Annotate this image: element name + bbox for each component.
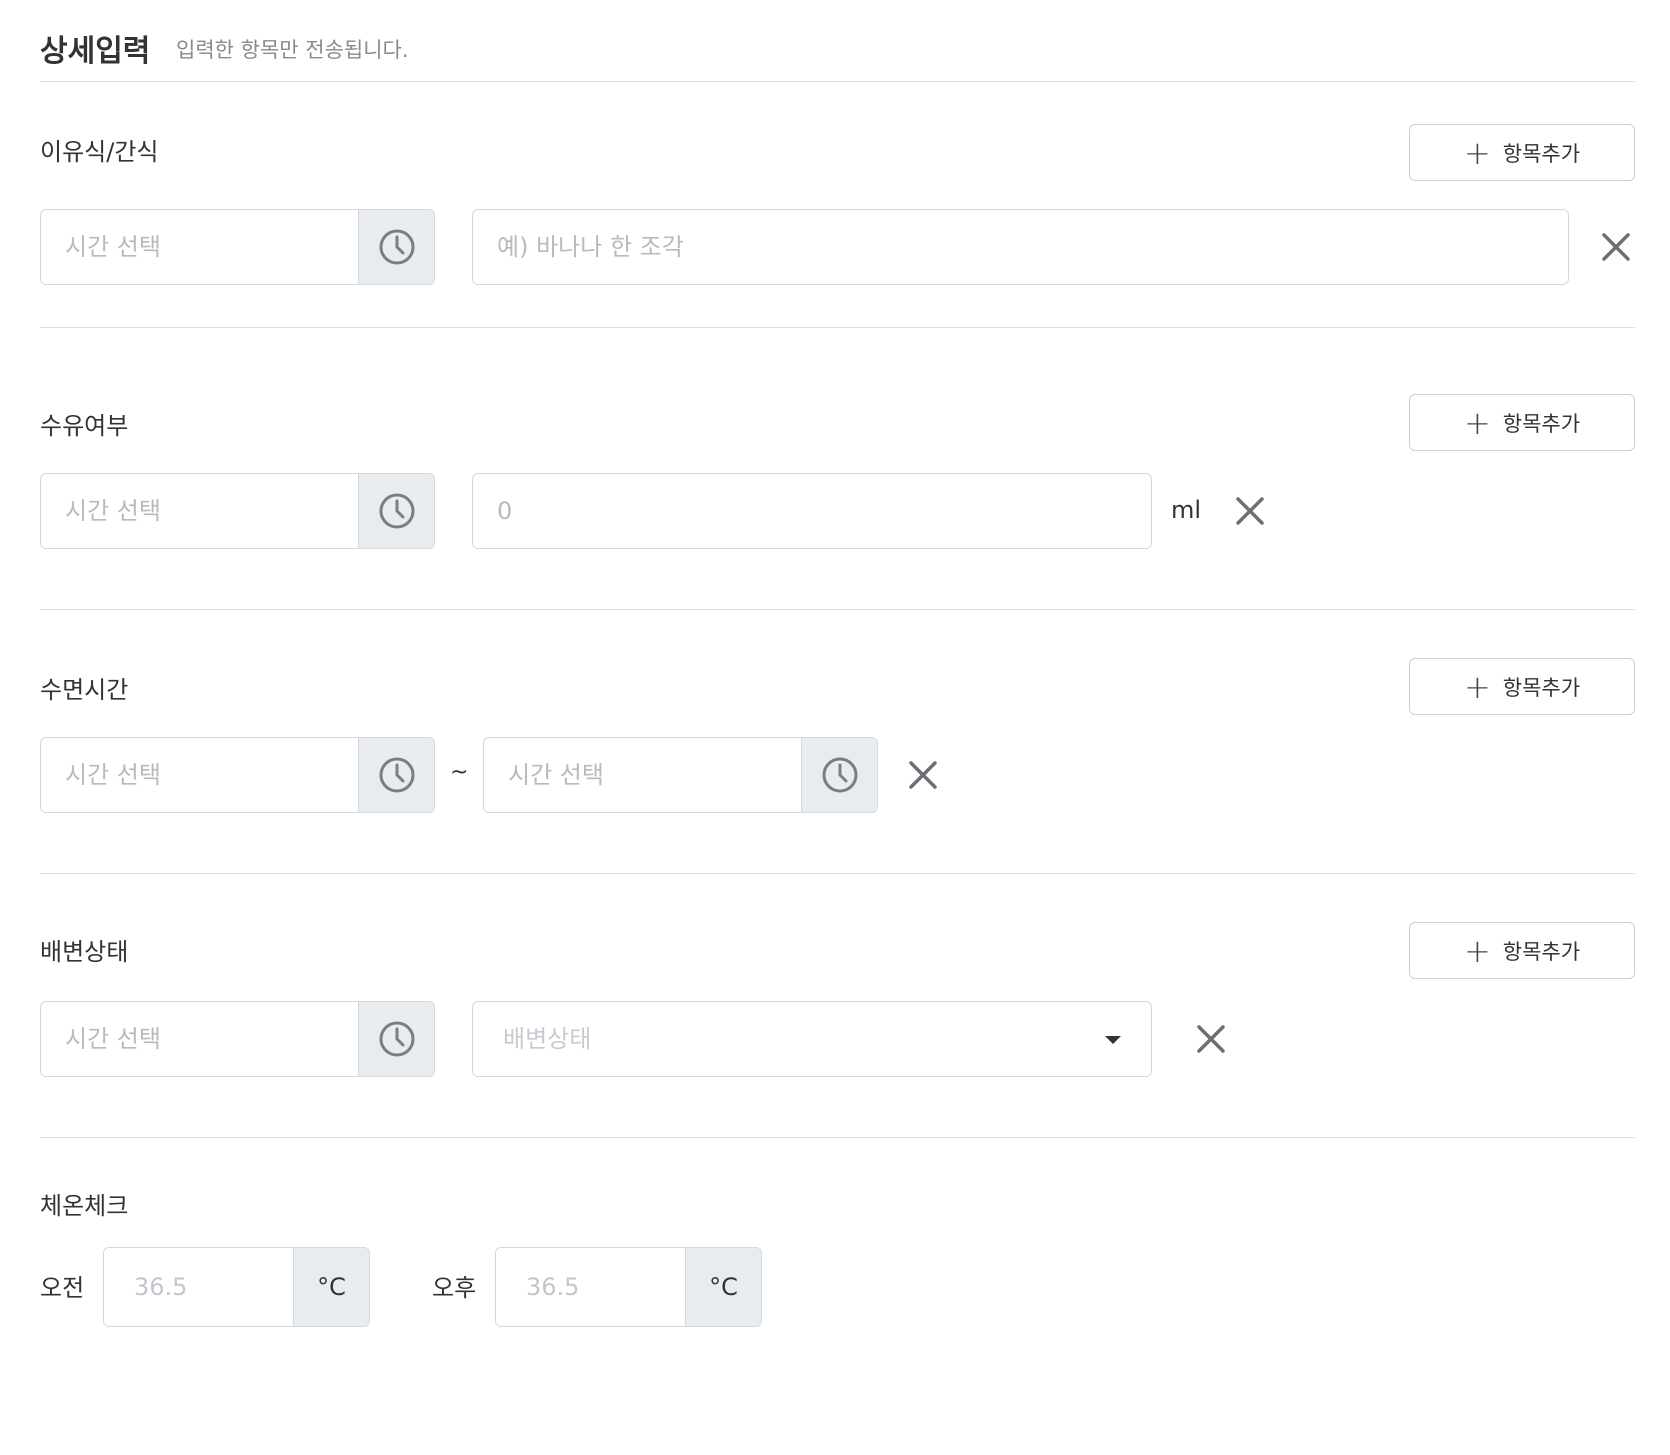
close-icon[interactable] xyxy=(1598,229,1634,265)
add-item-label: 항목추가 xyxy=(1502,141,1581,166)
clock-button[interactable] xyxy=(358,474,434,548)
detail-input-page: 상세입력 입력한 항목만 전송됩니다. 이유식/간식 + 항목추가 시간 선택 … xyxy=(0,0,1670,1455)
header: 상세입력 입력한 항목만 전송됩니다. xyxy=(40,14,1635,82)
plus-icon: + xyxy=(1463,403,1491,442)
section-meal: 이유식/간식 + 항목추가 시간 선택 예) 바나나 한 조각 xyxy=(40,82,1635,328)
close-icon[interactable] xyxy=(905,757,941,793)
clock-button[interactable] xyxy=(358,210,434,284)
page-subtitle: 입력한 항목만 전송됩니다. xyxy=(176,38,409,62)
unit-ml: ml xyxy=(1171,496,1202,524)
pm-label: 오후 xyxy=(432,1274,477,1302)
close-icon[interactable] xyxy=(1232,493,1268,529)
close-icon[interactable] xyxy=(1193,1021,1229,1057)
clock-icon xyxy=(379,229,414,265)
plus-icon: + xyxy=(1463,667,1491,706)
clock-icon xyxy=(379,1021,414,1057)
bowel-status-select[interactable]: 배변상태 xyxy=(472,1001,1152,1077)
plus-icon: + xyxy=(1463,133,1491,172)
celsius-unit: °C xyxy=(685,1248,761,1326)
section-title-temperature: 체온체크 xyxy=(40,1192,129,1220)
pm-temperature-placeholder: 36.5 xyxy=(526,1273,580,1301)
bowel-status-placeholder: 배변상태 xyxy=(503,1025,592,1053)
add-item-button-bowel[interactable]: + 항목추가 xyxy=(1409,922,1635,979)
time-placeholder: 시간 선택 xyxy=(65,233,161,261)
celsius-unit: °C xyxy=(293,1248,369,1326)
add-item-button-feeding[interactable]: + 항목추가 xyxy=(1409,394,1635,451)
clock-icon xyxy=(379,493,414,529)
section-feeding: 수유여부 + 항목추가 시간 선택 0 ml xyxy=(40,346,1635,610)
time-select-sleep-end[interactable]: 시간 선택 xyxy=(483,737,878,813)
page-title: 상세입력 xyxy=(40,34,151,69)
plus-icon: + xyxy=(1463,931,1491,970)
range-separator: ~ xyxy=(450,760,469,785)
pm-temperature-input[interactable]: 36.5 °C xyxy=(495,1247,762,1327)
section-temperature: 체온체크 오전 36.5 °C 오후 36.5 °C xyxy=(40,1138,1635,1368)
time-select-feeding[interactable]: 시간 선택 xyxy=(40,473,435,549)
food-placeholder: 예) 바나나 한 조각 xyxy=(497,233,684,261)
add-item-button-meal[interactable]: + 항목추가 xyxy=(1409,124,1635,181)
time-select-sleep-start[interactable]: 시간 선택 xyxy=(40,737,435,813)
add-item-label: 항목추가 xyxy=(1502,675,1581,700)
time-placeholder: 시간 선택 xyxy=(65,497,161,525)
section-sleep: 수면시간 + 항목추가 시간 선택 ~ 시간 선택 xyxy=(40,610,1635,874)
time-select-meal[interactable]: 시간 선택 xyxy=(40,209,435,285)
clock-button[interactable] xyxy=(801,738,877,812)
time-select-bowel[interactable]: 시간 선택 xyxy=(40,1001,435,1077)
clock-button[interactable] xyxy=(358,738,434,812)
section-bowel: 배변상태 + 항목추가 시간 선택 배변상태 xyxy=(40,874,1635,1138)
amount-placeholder: 0 xyxy=(497,497,513,525)
amount-input[interactable]: 0 xyxy=(472,473,1152,549)
add-item-button-sleep[interactable]: + 항목추가 xyxy=(1409,658,1635,715)
clock-icon xyxy=(822,757,857,793)
add-item-label: 항목추가 xyxy=(1502,411,1581,436)
clock-button[interactable] xyxy=(358,1002,434,1076)
clock-icon xyxy=(379,757,414,793)
caret-down-icon xyxy=(1105,1036,1121,1044)
add-item-label: 항목추가 xyxy=(1502,939,1581,964)
section-title-meal: 이유식/간식 xyxy=(40,138,159,166)
section-title-bowel: 배변상태 xyxy=(40,938,129,966)
time-placeholder: 시간 선택 xyxy=(65,761,161,789)
section-title-feeding: 수유여부 xyxy=(40,412,129,440)
food-input[interactable]: 예) 바나나 한 조각 xyxy=(472,209,1569,285)
time-placeholder: 시간 선택 xyxy=(65,1025,161,1053)
am-label: 오전 xyxy=(40,1274,85,1302)
am-temperature-input[interactable]: 36.5 °C xyxy=(103,1247,370,1327)
am-temperature-placeholder: 36.5 xyxy=(134,1273,188,1301)
time-placeholder: 시간 선택 xyxy=(508,761,604,789)
section-title-sleep: 수면시간 xyxy=(40,676,129,704)
